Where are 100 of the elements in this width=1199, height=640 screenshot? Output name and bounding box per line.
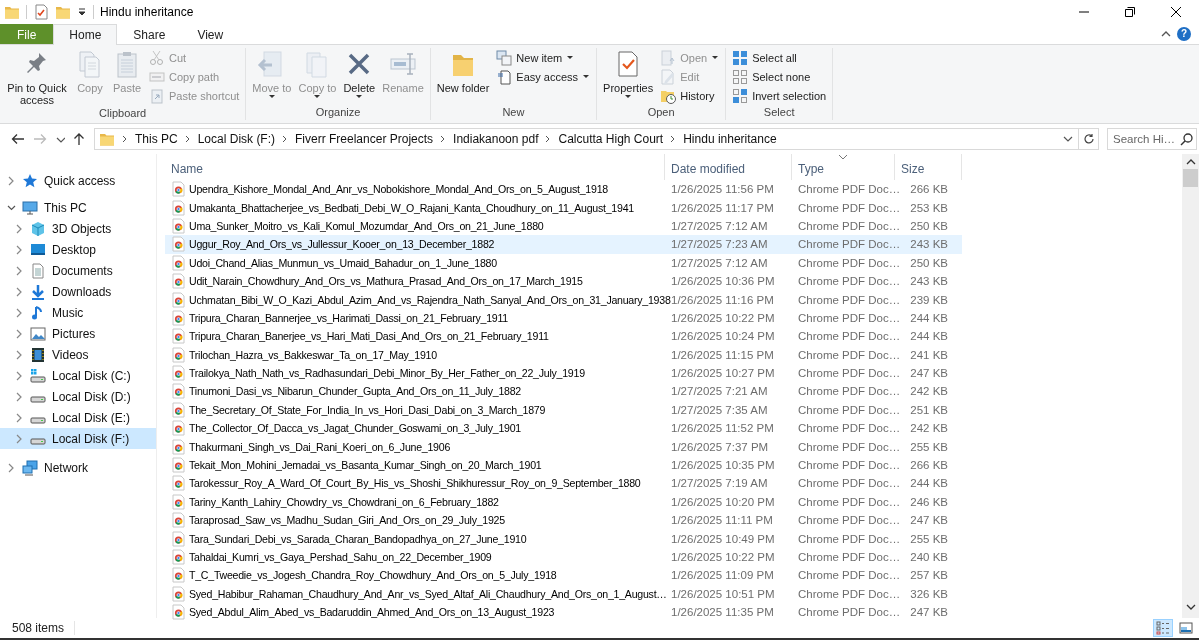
file-row[interactable]: Syed_Abdul_Alim_Abed_vs_Badaruddin_Ahmed_And_Ors_on_13_August_1923 1/26/2025 11:35 PM Chrome PDF Doc… 247 KB — [165, 603, 962, 622]
view-button[interactable] — [1153, 619, 1173, 637]
file-row[interactable]: The_Collector_Of_Dacca_vs_Jagat_Chunder_Goswami_on_3_July_1901 1/26/2025 11:52 PM Chrome PDF Doc… 242 KB — [165, 419, 962, 438]
ribbon-button[interactable]: History — [657, 86, 723, 105]
up-arrow-icon[interactable] — [73, 132, 85, 146]
chevron-icon[interactable] — [14, 285, 24, 298]
back-arrow-icon[interactable] — [11, 133, 25, 145]
chevron-icon[interactable] — [6, 461, 16, 474]
breadcrumb[interactable]: Hindu inheritance — [683, 132, 777, 146]
scrollbar-thumb[interactable] — [1183, 169, 1198, 187]
file-row[interactable]: Tahaldai_Kumri_vs_Gaya_Pershad_Sahu_on_22_December_1909 1/26/2025 10:22 PM Chrome PDF Doc… 240 KB — [165, 547, 962, 567]
nav-item[interactable]: Music — [0, 302, 156, 323]
chevron-icon[interactable] — [6, 174, 16, 187]
search-field[interactable]: Search Hi… — [1107, 128, 1197, 150]
scroll-up-icon[interactable] — [1185, 159, 1196, 165]
file-row[interactable]: Tariny_Kanth_Lahiry_Chowdry_vs_Chowdrani_on_6_February_1882 1/26/2025 10:20 PM Chrome PDF Doc… 246 KB — [165, 492, 962, 512]
ribbon-button[interactable]: Select all — [729, 48, 830, 67]
pdf-file-icon — [171, 328, 185, 345]
nav-item[interactable]: Local Disk (F:) — [0, 428, 156, 449]
file-row[interactable]: Trailokya_Nath_Nath_vs_Radhasundari_Debi_Minor_By_Her_Father_on_22_July_1919 1/26/2025 10:27 PM Chrome PDF Doc… 247 KB — [165, 363, 962, 383]
nav-item[interactable]: Videos — [0, 344, 156, 365]
ribbon-button[interactable]: Select none — [729, 67, 830, 86]
ribbon-button[interactable]: Delete — [340, 48, 379, 100]
file-row[interactable]: Umakanta_Bhattacherjee_vs_Bedbati_Debi_W_O_Rajani_Kanta_Choudhury_on_11_August_1941 1/26/2025 11:17 PM Chrome PDF Doc… 253 KB — [165, 198, 962, 217]
chevron-up-icon[interactable] — [1161, 30, 1171, 38]
nav-item[interactable]: Pictures — [0, 323, 156, 344]
file-row[interactable]: Uchmatan_Bibi_W_O_Kazi_Abdul_Azim_And_vs_Rajendra_Nath_Sanyal_And_Ors_on_31_January_19381/26/2025 11:16 PM Chrome PDF Doc… 239 KB — [165, 290, 962, 309]
file-name: Tripura_Charan_Banerjee_vs_Hari_Mati_Dasi_And_Ors_on_21_February_1911 — [189, 330, 549, 343]
breadcrumb[interactable]: This PC — [135, 132, 178, 146]
view-button[interactable] — [1176, 619, 1196, 637]
file-row[interactable]: Tarokessur_Roy_A_Ward_Of_Court_By_His_vs_Shoshi_Shikhuressur_Roy_on_9_September_1880 1/27/2025 7:19 AM Chrome PDF Doc… 244 KB — [165, 474, 962, 493]
nav-item[interactable]: Documents — [0, 260, 156, 281]
chevron-icon[interactable] — [14, 327, 24, 340]
nav-item[interactable]: Quick access — [0, 170, 156, 191]
breadcrumb[interactable]: Fiverr Freelancer Projects — [295, 132, 434, 146]
help-button[interactable]: ? — [1177, 27, 1191, 41]
chevron-icon[interactable] — [14, 369, 24, 382]
file-row[interactable]: Tinumoni_Dasi_vs_Nibarun_Chunder_Gupta_And_Ors_on_11_July_1882 1/27/2025 7:21 AM Chrome PDF Doc… 242 KB — [165, 382, 962, 401]
ribbon-tab[interactable]: View — [181, 24, 240, 44]
file-row[interactable]: Tripura_Charan_Banerjee_vs_Hari_Mati_Dasi_And_Ors_on_21_February_1911 1/26/2025 10:24 PM Chrome PDF Doc… 244 KB — [165, 327, 962, 346]
nav-item[interactable]: Local Disk (D:) — [0, 386, 156, 407]
nav-item[interactable]: Local Disk (C:) — [0, 365, 156, 386]
film-icon — [30, 346, 46, 363]
chevron-icon[interactable] — [14, 306, 24, 319]
nav-item[interactable]: Desktop — [0, 239, 156, 260]
ribbon-button[interactable]: Easy access — [493, 67, 594, 86]
address-bar[interactable]: This PC Local Disk (F:) Fiverr Freelancer Projects Indiakanoon pdf Calcutta High Court Hindu inheritance — [94, 128, 1079, 150]
file-row[interactable]: Upendra_Kishore_Mondal_And_Anr_vs_Nobokishore_Mondal_And_Ors_on_5_August_1918 1/26/2025 11:56 PM Chrome PDF Doc… 266 KB — [165, 180, 962, 199]
file-row[interactable]: Trilochan_Hazra_vs_Bakkeswar_Ta_on_17_May_1910 1/26/2025 11:15 PM Chrome PDF Doc… 241 KB — [165, 345, 962, 364]
pdf-file-icon — [171, 549, 185, 565]
file-row[interactable]: The_Secretary_Of_State_For_India_In_vs_Hori_Dasi_Dabi_on_3_March_1879 1/27/2025 7:35 AM Chrome PDF Doc… 251 KB — [165, 400, 962, 420]
breadcrumb[interactable]: Local Disk (F:) — [197, 132, 276, 146]
chevron-icon[interactable] — [14, 243, 24, 256]
chevron-icon[interactable] — [14, 390, 24, 403]
file-tab[interactable]: File — [0, 24, 54, 44]
chevron-icon[interactable] — [14, 348, 24, 361]
network-icon — [22, 459, 38, 476]
column-header[interactable]: Type — [798, 162, 824, 176]
chevron-icon[interactable] — [14, 222, 24, 235]
file-row[interactable]: Tara_Sundari_Debi_vs_Sarada_Charan_Bandopadhya_on_27_June_1910 1/26/2025 10:49 PM Chrome PDF Doc… 255 KB — [165, 529, 962, 548]
scrollbar[interactable] — [1182, 154, 1199, 618]
ribbon-button[interactable]: New item — [493, 48, 594, 67]
file-row[interactable]: Tripura_Charan_Bannerjee_vs_Harimati_Dassi_on_21_February_1911 1/26/2025 10:22 PM Chrome PDF Doc… 244 KB — [165, 308, 962, 328]
file-name: Trailokya_Nath_Nath_vs_Radhasundari_Debi_Minor_By_Her_Father_on_22_July_1919 — [189, 367, 585, 380]
ribbon-button[interactable]: Invert selection — [729, 86, 830, 105]
nav-label: Local Disk (D:) — [52, 389, 131, 404]
nav-item[interactable]: Local Disk (E:) — [0, 407, 156, 428]
column-header[interactable]: Size — [901, 162, 925, 176]
file-row[interactable]: Syed_Habibur_Rahaman_Chaudhury_And_Anr_vs_Syed_Altaf_Ali_Chaudhury_And_Ors_on_1_August… 1/26/2025 10:51 PM Chrome PDF Doc… 326 KB — [165, 584, 962, 603]
column-header[interactable]: Date modified — [671, 162, 746, 176]
scroll-down-icon[interactable] — [1185, 604, 1196, 610]
properties-icon[interactable] — [33, 4, 49, 20]
file-row[interactable]: Taraprosad_Saw_vs_Madhu_Sudan_Giri_And_Ors_on_29_July_1925 1/26/2025 11:11 PM Chrome PDF Doc… 247 KB — [165, 511, 962, 530]
breadcrumb[interactable]: Calcutta High Court — [558, 132, 664, 146]
file-row[interactable]: Thakurmani_Singh_vs_Dai_Rani_Koeri_on_6_June_1906 1/26/2025 7:37 PM Chrome PDF Doc… 255 KB — [165, 437, 962, 456]
folder-icon[interactable] — [55, 4, 71, 20]
nav-item[interactable]: This PC — [0, 197, 156, 218]
nav-item[interactable]: Network — [0, 457, 156, 478]
chevron-icon[interactable] — [14, 264, 24, 277]
file-name: Thakurmani_Singh_vs_Dai_Rani_Koeri_on_6_June_1906 — [189, 440, 451, 453]
ribbon-button[interactable]: New folder — [433, 48, 493, 95]
nav-item[interactable]: 3D Objects — [0, 218, 156, 239]
file-row[interactable]: Uggur_Roy_And_Ors_vs_Jullessur_Kooer_on_13_December_1882 1/27/2025 7:23 AM Chrome PDF Doc… 243 KB — [165, 235, 962, 254]
column-header[interactable]: Name — [171, 162, 203, 176]
ribbon-tab[interactable]: Share — [117, 24, 182, 44]
chevron-icon[interactable] — [14, 411, 24, 424]
breadcrumb[interactable]: Indiakanoon pdf — [453, 132, 539, 146]
easy-access-icon — [496, 68, 513, 85]
refresh-button[interactable] — [1079, 128, 1099, 150]
dropdown-icon[interactable] — [77, 7, 87, 17]
ribbon-button[interactable]: Properties — [600, 48, 657, 100]
file-row[interactable]: Uma_Sunker_Moitro_vs_Kali_Komul_Mozumdar_And_Ors_on_21_June_1880 1/27/2025 7:12 AM Chrome PDF Doc… 250 KB — [165, 216, 962, 236]
ribbon-button[interactable]: Pin to Quick access — [3, 48, 71, 107]
drive-icon — [30, 395, 46, 403]
nav-item[interactable]: Downloads — [0, 281, 156, 302]
file-row[interactable]: Udit_Narain_Chowdhury_And_Ors_vs_Mathura_Prasad_And_Ors_on_17_March_1915 1/26/2025 10:36 PM Chrome PDF Doc… 243 KB — [165, 271, 962, 291]
file-row[interactable]: Udoi_Chand_Alias_Munmun_vs_Umaid_Bahadur_on_1_June_1880 1/27/2025 7:12 AM Chrome PDF Doc… 250 KB — [165, 253, 962, 272]
file-row[interactable]: Tekait_Mon_Mohini_Jemadai_vs_Basanta_Kumar_Singh_on_20_March_1901 1/26/2025 10:35 PM Chrome PDF Doc… 266 KB — [165, 455, 962, 475]
file-row[interactable]: T_C_Tweedie_vs_Jogesh_Chandra_Roy_Chowdhury_And_Ors_on_5_July_1918 1/26/2025 11:09 PM Chrome PDF Doc… 257 KB — [165, 566, 962, 585]
ribbon-tab[interactable]: Home — [53, 24, 118, 45]
